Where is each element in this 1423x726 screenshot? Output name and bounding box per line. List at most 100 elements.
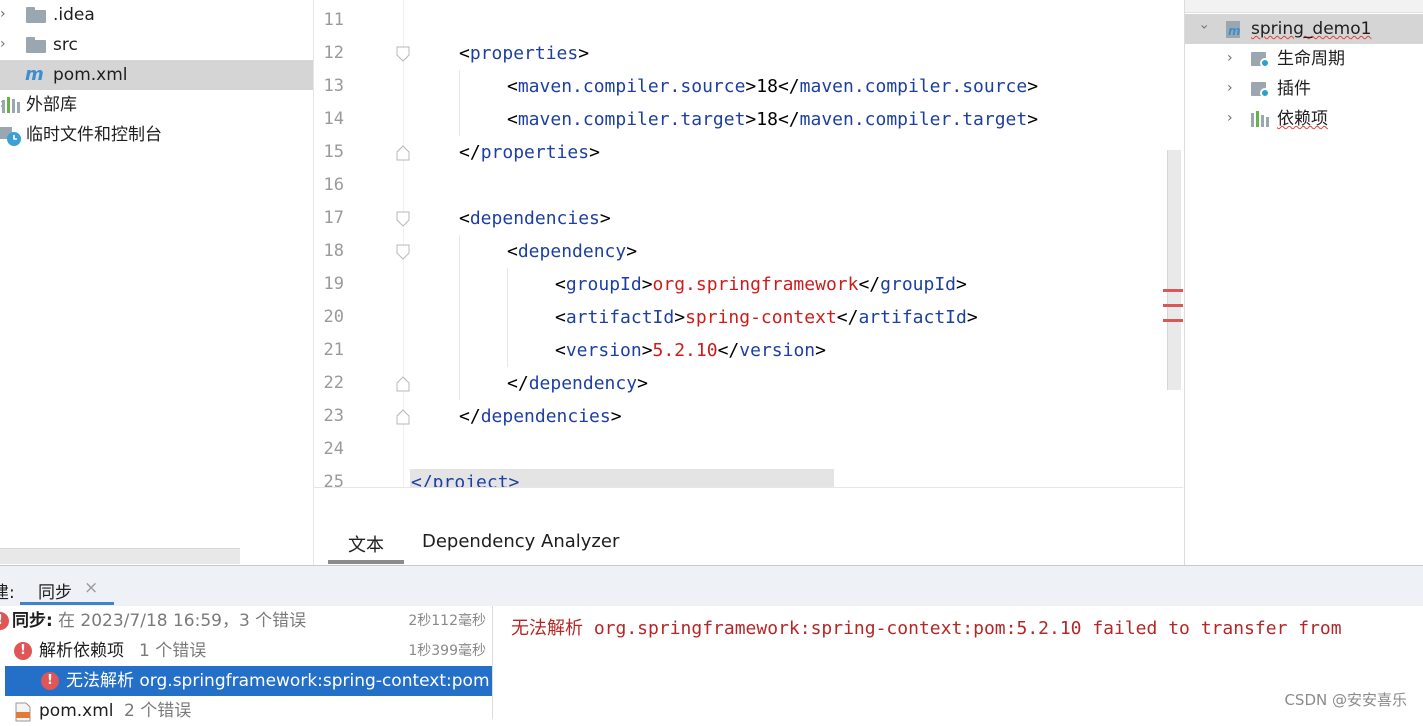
active-tab-indicator — [328, 560, 404, 564]
resolve-title: 解析依赖项 — [39, 641, 124, 661]
code-line-14: <maven.compiler.target>18</maven.compile… — [507, 109, 1039, 130]
maven-project-icon: m — [1226, 21, 1241, 38]
library-icon — [2, 97, 20, 113]
line-number: 25 — [323, 472, 344, 487]
tree-item-pom[interactable]: m pom.xml — [0, 60, 313, 90]
fold-open-icon[interactable] — [396, 46, 410, 62]
code-line-22: </dependency> — [507, 373, 648, 394]
error-item-label: 无法解析 org.springframework:spring-context:… — [66, 671, 490, 691]
tree-row-pom[interactable]: pom.xml 2 个错误 — [0, 696, 492, 726]
code-line-23: </dependencies> — [459, 406, 622, 427]
line-number: 18 — [323, 241, 344, 261]
maven-tool-window: › m spring_demo1 › 生命周期 › 插件 › 依赖项 — [1184, 0, 1423, 565]
tab-dependency-analyzer[interactable]: Dependency Analyzer — [422, 531, 619, 552]
line-number-gutter: 11 12 13 14 15 16 17 18 19 20 21 22 23 2… — [314, 0, 404, 487]
line-number: 19 — [323, 274, 344, 294]
tab-sync[interactable]: 同步 — [38, 578, 72, 603]
chevron-down-icon[interactable]: › — [1196, 24, 1212, 34]
tree-item-idea[interactable]: › .idea — [0, 0, 313, 30]
fold-close-icon[interactable] — [396, 376, 410, 392]
chevron-right-icon[interactable]: › — [1227, 51, 1237, 65]
editor-bottom-tabs: 文本 Dependency Analyzer — [314, 487, 1183, 566]
line-number: 22 — [323, 373, 344, 393]
tree-item-scratches[interactable]: 临时文件和控制台 — [0, 120, 313, 150]
xml-file-icon — [15, 702, 31, 722]
pom-detail: 2 个错误 — [124, 701, 192, 721]
tree-item-label: 临时文件和控制台 — [26, 125, 162, 145]
maven-node-dependencies[interactable]: › 依赖项 — [1185, 104, 1423, 134]
svg-text:m: m — [1228, 24, 1241, 38]
resolve-detail: 1 个错误 — [139, 641, 207, 661]
code-line-19: <groupId>org.springframework</groupId> — [555, 274, 967, 295]
fold-close-icon[interactable] — [396, 145, 410, 161]
code-line-21: <version>5.2.10</version> — [555, 340, 826, 361]
code-line-15: </properties> — [459, 142, 600, 163]
tree-row-error-selected[interactable]: ! 无法解析 org.springframework:spring-contex… — [5, 666, 492, 696]
line-number: 12 — [323, 43, 344, 63]
chevron-right-icon[interactable]: › — [1227, 81, 1237, 95]
code-line-17: <dependencies> — [459, 208, 611, 229]
fold-open-icon[interactable] — [396, 211, 410, 227]
vertical-scrollbar[interactable] — [1167, 150, 1181, 390]
build-tool-window-header: 建: 同步 × — [0, 565, 1423, 607]
tree-row-sync[interactable]: ! 同步: 在 2023/7/18 16:59，3 个错误 2秒112毫秒 — [0, 606, 492, 636]
tree-item-label: pom.xml — [53, 65, 128, 85]
console-prefix: 无法解析 — [511, 618, 583, 639]
chevron-right-icon[interactable]: › — [1227, 111, 1237, 125]
maven-node-lifecycle[interactable]: › 生命周期 — [1185, 44, 1423, 74]
build-header-label: 建: — [0, 583, 15, 603]
maven-node-plugins[interactable]: › 插件 — [1185, 74, 1423, 104]
tree-item-external-libraries[interactable]: › 外部库 — [0, 90, 313, 120]
error-icon: ! — [0, 612, 9, 630]
sync-detail: 在 2023/7/18 16:59，3 个错误 — [58, 611, 307, 631]
line-number: 15 — [323, 142, 344, 162]
dependencies-icon — [1251, 111, 1269, 127]
tree-item-label: src — [53, 35, 78, 55]
horizontal-scrollbar[interactable] — [0, 548, 240, 564]
tree-item-label: .idea — [53, 5, 95, 25]
tab-text[interactable]: 文本 — [348, 531, 384, 557]
plugins-icon — [1251, 82, 1270, 98]
code-editor[interactable]: 11 12 13 14 15 16 17 18 19 20 21 22 23 2… — [314, 0, 1183, 487]
sync-tree: ! 同步: 在 2023/7/18 16:59，3 个错误 2秒112毫秒 ! … — [0, 606, 493, 722]
line-number: 13 — [323, 76, 344, 96]
code-line-13: <maven.compiler.source>18</maven.compile… — [507, 76, 1039, 97]
scratches-icon — [0, 127, 21, 146]
watermark: CSDN @安安喜乐 — [1284, 691, 1407, 709]
error-stripe-marker[interactable] — [1163, 289, 1183, 292]
line-number: 11 — [323, 10, 344, 30]
tree-row-resolve-dependencies[interactable]: ! 解析依赖项 1 个错误 1秒399毫秒 — [0, 636, 492, 666]
line-number: 21 — [323, 340, 344, 360]
resolve-duration: 1秒399毫秒 — [408, 643, 486, 659]
code-line-25: </project> — [411, 472, 520, 487]
lifecycle-icon — [1251, 52, 1270, 68]
maven-file-icon: m — [25, 64, 44, 85]
maven-node-label: 生命周期 — [1277, 49, 1345, 69]
close-icon[interactable]: × — [84, 578, 98, 598]
fold-close-icon[interactable] — [396, 409, 410, 425]
line-number: 24 — [323, 439, 344, 459]
console-message: org.springframework:spring-context:pom:5… — [583, 618, 1342, 639]
error-stripe-marker[interactable] — [1163, 319, 1183, 322]
tree-item-label: 外部库 — [26, 95, 77, 115]
chevron-right-icon[interactable]: › — [0, 7, 10, 21]
code-line-20: <artifactId>spring-context</artifactId> — [555, 307, 978, 328]
tree-item-src[interactable]: › src — [0, 30, 313, 60]
pom-title: pom.xml — [39, 701, 114, 721]
active-tab-indicator — [20, 602, 114, 605]
line-number: 20 — [323, 307, 344, 327]
line-number: 17 — [323, 208, 344, 228]
maven-node-label: 依赖项 — [1277, 109, 1328, 129]
line-number: 16 — [323, 175, 344, 195]
maven-project-label: spring_demo1 — [1251, 19, 1372, 39]
error-icon: ! — [41, 672, 59, 690]
fold-open-icon[interactable] — [396, 244, 410, 260]
sync-title: 同步: — [12, 611, 53, 631]
maven-project-node[interactable]: › m spring_demo1 — [1185, 14, 1423, 44]
code-line-18: <dependency> — [507, 241, 638, 262]
chevron-right-icon[interactable]: › — [0, 37, 10, 51]
error-stripe-marker[interactable] — [1163, 304, 1183, 307]
build-console[interactable]: 无法解析 org.springframework:spring-context:… — [493, 606, 1423, 719]
folder-icon — [26, 37, 46, 53]
maven-node-label: 插件 — [1277, 79, 1311, 99]
